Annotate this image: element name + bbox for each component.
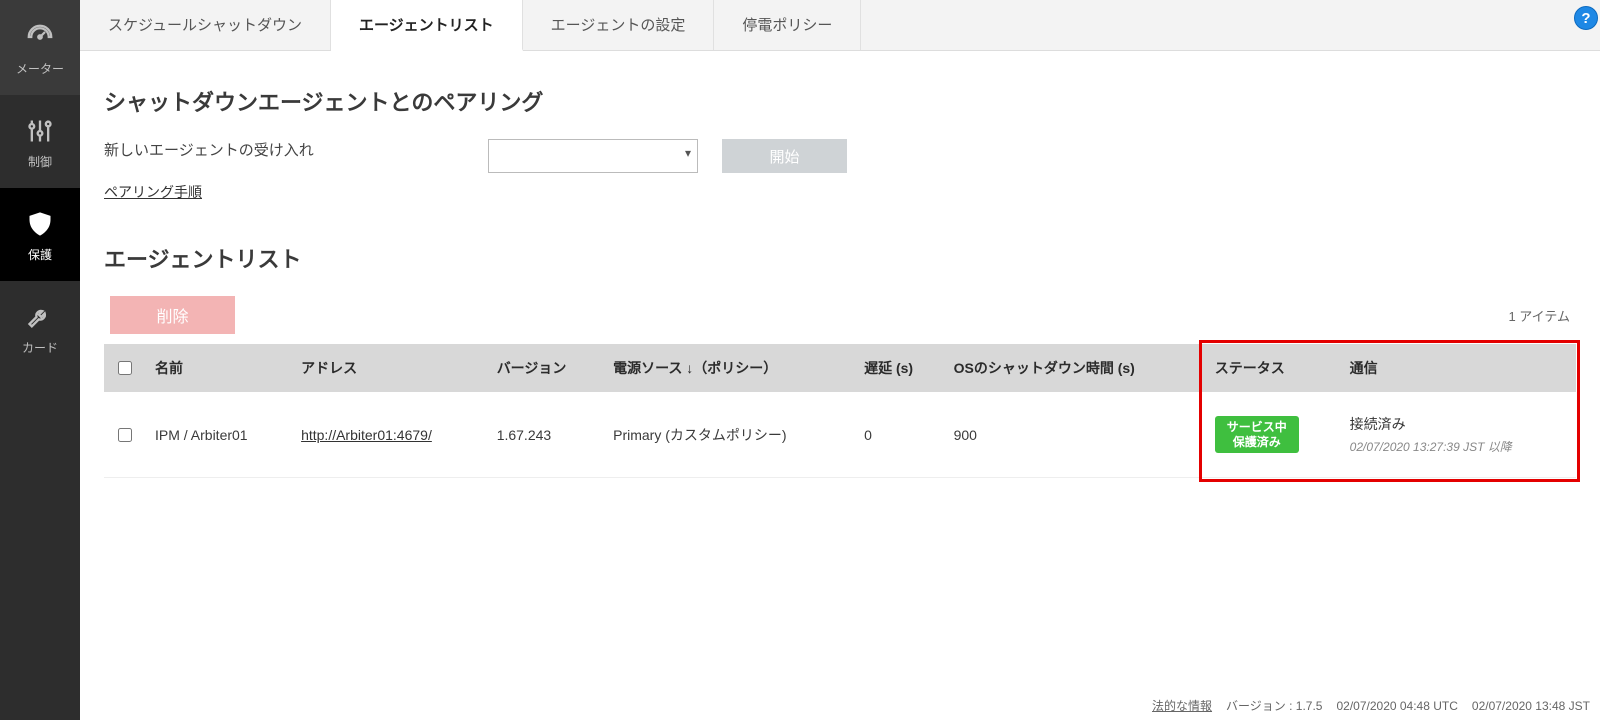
table-header-row: 名前 アドレス バージョン 電源ソース ↓（ポリシー） 遅延 (s) OSのシャ… [104, 344, 1576, 392]
sidebar-item-control[interactable]: 制御 [0, 95, 80, 188]
cell-power-source: Primary (カスタムポリシー) [603, 392, 854, 478]
accept-new-agent-label: 新しいエージェントの受け入れ [104, 139, 464, 160]
cell-version: 1.67.243 [487, 392, 603, 478]
sidebar-item-protection[interactable]: 保護 [0, 188, 80, 281]
column-power-source[interactable]: 電源ソース ↓（ポリシー） [603, 344, 854, 392]
footer-local-time: 02/07/2020 13:48 JST [1472, 699, 1590, 713]
cell-status: サービス中 保護済み [1205, 392, 1340, 478]
column-communication[interactable]: 通信 [1340, 344, 1576, 392]
delete-button[interactable]: 削除 [110, 296, 235, 334]
tab-agent-settings[interactable]: エージェントの設定 [523, 0, 715, 50]
footer-version: バージョン : 1.7.5 [1226, 697, 1322, 714]
start-button[interactable]: 開始 [722, 139, 847, 173]
column-name[interactable]: 名前 [145, 344, 291, 392]
gauge-icon [25, 22, 55, 52]
tab-power-policy[interactable]: 停電ポリシー [714, 0, 861, 50]
sidebar-item-label: メーター [16, 60, 64, 77]
item-count: 1 アイテム [1508, 306, 1570, 325]
wrench-icon [26, 303, 54, 331]
table-row[interactable]: IPM / Arbiter01 http://Arbiter01:4679/ 1… [104, 392, 1576, 478]
column-address[interactable]: アドレス [291, 344, 487, 392]
cell-name: IPM / Arbiter01 [145, 392, 291, 478]
main-panel: スケジュールシャットダウン エージェントリスト エージェントの設定 停電ポリシー… [80, 0, 1600, 720]
status-badge: サービス中 保護済み [1215, 416, 1299, 453]
column-delay[interactable]: 遅延 (s) [854, 344, 944, 392]
help-button[interactable]: ? [1574, 6, 1598, 30]
cell-address-link[interactable]: http://Arbiter01:4679/ [301, 427, 432, 443]
column-status[interactable]: ステータス [1205, 344, 1340, 392]
column-os-shutdown[interactable]: OSのシャットダウン時間 (s) [944, 344, 1205, 392]
sliders-icon [26, 117, 54, 145]
status-line2: 保護済み [1227, 435, 1287, 449]
shield-icon [26, 210, 54, 238]
footer: 法的な情報 バージョン : 1.7.5 02/07/2020 04:48 UTC… [1152, 697, 1590, 714]
communication-since: 02/07/2020 13:27:39 JST 以降 [1350, 438, 1566, 455]
sidebar-item-label: カード [22, 339, 58, 356]
row-checkbox[interactable] [118, 428, 132, 442]
sidebar-item-card[interactable]: カード [0, 281, 80, 374]
cell-delay: 0 [854, 392, 944, 478]
sidebar: メーター 制御 保護 [0, 0, 80, 720]
pairing-section-title: シャットダウンエージェントとのペアリング [104, 85, 1576, 117]
select-all-checkbox[interactable] [118, 361, 132, 375]
tab-agent-list[interactable]: エージェントリスト [331, 0, 523, 51]
tab-bar: スケジュールシャットダウン エージェントリスト エージェントの設定 停電ポリシー… [80, 0, 1600, 51]
footer-utc-time: 02/07/2020 04:48 UTC [1336, 699, 1457, 713]
agent-accept-select[interactable]: ▾ [488, 139, 698, 173]
sidebar-item-label: 保護 [28, 246, 52, 263]
tab-scheduled-shutdown[interactable]: スケジュールシャットダウン [80, 0, 331, 50]
column-version[interactable]: バージョン [487, 344, 603, 392]
agent-list-section-title: エージェントリスト [104, 242, 1576, 274]
communication-status: 接続済み [1350, 414, 1566, 434]
sidebar-item-meter[interactable]: メーター [0, 0, 80, 95]
cell-communication: 接続済み 02/07/2020 13:27:39 JST 以降 [1340, 392, 1576, 478]
status-line1: サービス中 [1227, 420, 1287, 434]
agent-table: 名前 アドレス バージョン 電源ソース ↓（ポリシー） 遅延 (s) OSのシャ… [104, 344, 1576, 478]
sidebar-item-label: 制御 [28, 153, 52, 170]
pairing-instructions-link[interactable]: ペアリング手順 [104, 184, 202, 200]
cell-os-shutdown: 900 [944, 392, 1205, 478]
legal-info-link[interactable]: 法的な情報 [1152, 697, 1212, 714]
chevron-down-icon: ▾ [685, 146, 691, 160]
